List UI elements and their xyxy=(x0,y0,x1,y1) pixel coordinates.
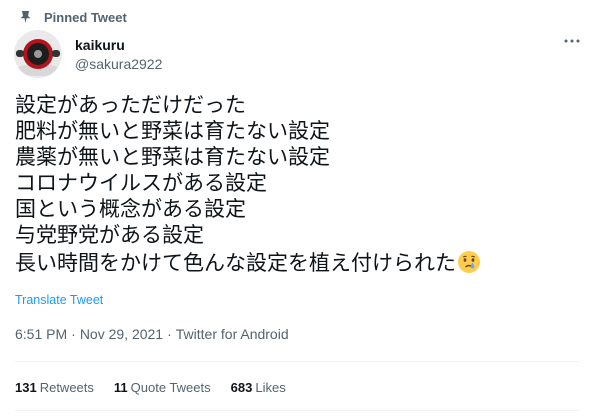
engagement-stats: 131 Retweets 11 Quote Tweets 683 Likes xyxy=(15,380,306,395)
pin-icon xyxy=(18,10,32,24)
pinned-indicator: Pinned Tweet xyxy=(18,8,127,26)
likes-stat[interactable]: 683 Likes xyxy=(231,380,286,395)
divider xyxy=(15,361,580,362)
tweet-line: 設定があっただけだった xyxy=(15,94,246,117)
tweet-line-last: 長い時間をかけて色んな設定を植え付けられた xyxy=(15,250,481,277)
likes-count: 683 xyxy=(230,380,253,395)
quote-tweets-label: Quote Tweets xyxy=(130,380,211,395)
meta-separator: · xyxy=(167,326,172,342)
avatar[interactable] xyxy=(14,30,62,78)
translate-tweet-link[interactable]: Translate Tweet xyxy=(15,293,103,307)
author-handle[interactable]: @sakura2922 xyxy=(75,56,162,72)
quote-tweets-stat[interactable]: 11 Quote Tweets xyxy=(114,380,211,395)
tweet-time[interactable]: 6:51 PM xyxy=(15,326,67,342)
tweet-line: コロナウイルスがある設定 xyxy=(15,172,267,196)
tweet-line: 国という概念がある設定 xyxy=(15,198,246,222)
meta-separator: · xyxy=(71,326,76,342)
retweets-stat[interactable]: 131 Retweets xyxy=(15,380,94,395)
crying-face-emoji-icon xyxy=(457,250,481,274)
tweet-line-text: 長い時間をかけて色んな設定を植え付けられた xyxy=(15,251,456,275)
divider xyxy=(15,410,580,411)
quote-tweets-count: 11 xyxy=(113,380,128,395)
tweet-line: 与党野党がある設定 xyxy=(15,224,204,248)
author-name[interactable]: kaikuru xyxy=(75,37,125,53)
pinned-label: Pinned Tweet xyxy=(44,9,127,25)
retweets-count: 131 xyxy=(15,380,37,395)
tweet-line: 肥料が無いと野菜は育たない設定 xyxy=(15,120,330,144)
tweet-source[interactable]: Twitter for Android xyxy=(176,326,289,342)
tweet-line: 農薬が無いと野菜は育たない設定 xyxy=(15,146,330,170)
likes-label: Likes xyxy=(255,380,286,395)
more-icon[interactable] xyxy=(562,34,582,50)
tweet-date[interactable]: Nov 29, 2021 xyxy=(80,326,163,342)
tweet-meta: 6:51 PM · Nov 29, 2021 · Twitter for Android xyxy=(15,326,289,342)
tweet-text: 設定があっただけだった 肥料が無いと野菜は育たない設定 農薬が無いと野菜は育たな… xyxy=(15,93,481,277)
retweets-label: Retweets xyxy=(39,380,94,395)
